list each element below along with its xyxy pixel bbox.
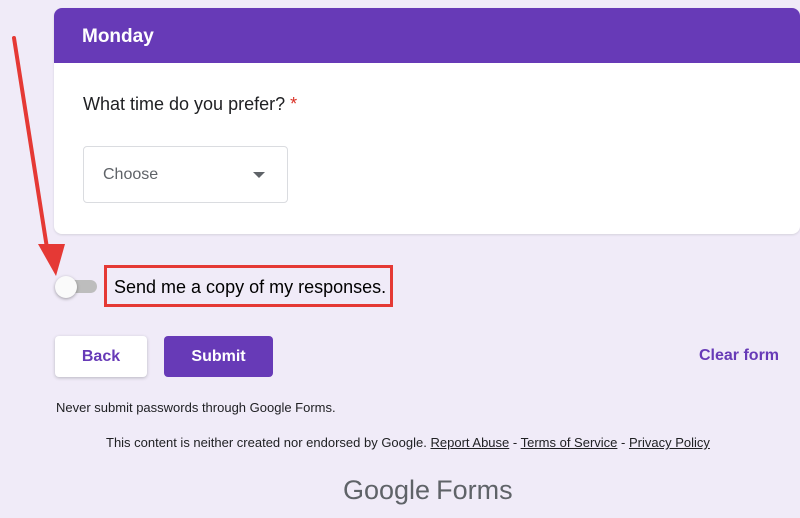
footer-separator: - xyxy=(509,435,521,450)
question-title: What time do you prefer? * xyxy=(83,94,297,115)
logo-google: Google xyxy=(343,475,431,505)
time-select-dropdown[interactable]: Choose xyxy=(83,146,288,203)
terms-of-service-link[interactable]: Terms of Service xyxy=(521,435,618,450)
select-value: Choose xyxy=(103,166,159,183)
privacy-policy-link[interactable]: Privacy Policy xyxy=(629,435,710,450)
caret-down-icon xyxy=(253,172,265,178)
disclaimer-text: This content is neither created nor endo… xyxy=(106,435,427,450)
required-asterisk: * xyxy=(290,94,298,114)
send-copy-label[interactable]: Send me a copy of my responses. xyxy=(114,277,386,298)
clear-form-button[interactable]: Clear form xyxy=(699,347,779,365)
question-text: What time do you prefer? xyxy=(83,94,286,114)
logo-forms: Forms xyxy=(436,475,513,505)
toggle-thumb xyxy=(55,276,77,298)
send-copy-highlight: Send me a copy of my responses. xyxy=(104,265,393,307)
report-abuse-link[interactable]: Report Abuse xyxy=(430,435,509,450)
footer-disclaimer: This content is neither created nor endo… xyxy=(106,435,710,450)
question-card: Monday What time do you prefer? * Choose xyxy=(54,8,800,234)
back-button[interactable]: Back xyxy=(55,336,147,377)
submit-button[interactable]: Submit xyxy=(164,336,273,377)
send-copy-toggle[interactable] xyxy=(55,276,97,298)
section-header: Monday xyxy=(54,8,800,63)
footer-separator: - xyxy=(617,435,629,450)
password-notice: Never submit passwords through Google Fo… xyxy=(56,400,336,415)
google-forms-logo[interactable]: Google Forms xyxy=(343,475,513,506)
